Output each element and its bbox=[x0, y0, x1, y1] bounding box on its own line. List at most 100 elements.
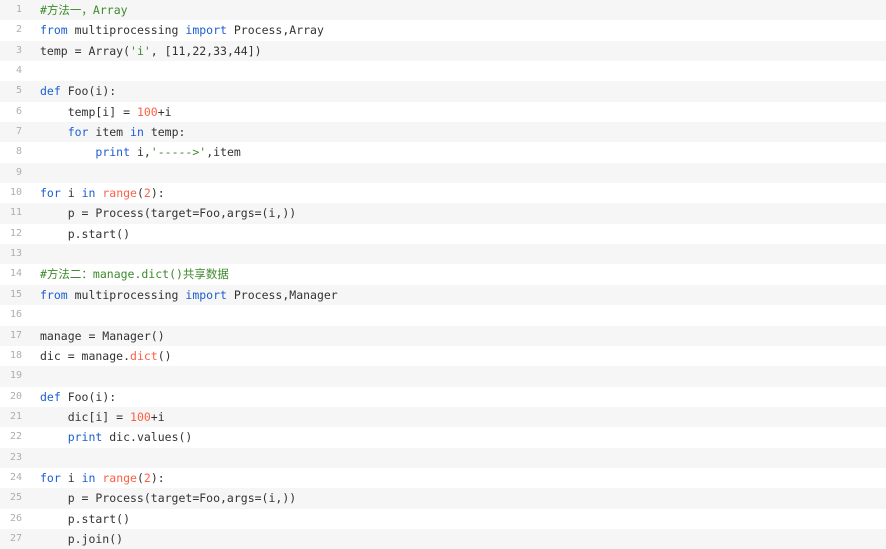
line-number: 1 bbox=[15, 4, 22, 15]
code-token: ): bbox=[150, 470, 165, 485]
code-token: dic[i] = bbox=[40, 409, 131, 424]
code-line: 15 from multiprocessing import Process,Ma… bbox=[0, 284, 886, 306]
line-number: 10 bbox=[9, 187, 22, 199]
code-text: p.start() bbox=[28, 509, 886, 529]
code-token: for bbox=[40, 186, 61, 201]
code-line: 18 dic = manage.dict() bbox=[0, 345, 886, 367]
code-token: i, bbox=[130, 145, 151, 160]
line-number: 19 bbox=[9, 370, 22, 382]
code-line: 11 p = Process(target=Foo,args=(i,)) bbox=[0, 203, 886, 224]
code-token: p = Process(target=Foo,args=(i,)) bbox=[40, 491, 297, 506]
code-token: import bbox=[185, 23, 227, 38]
code-token: ,item bbox=[206, 145, 241, 160]
code-token: , [11,22,33,44]) bbox=[150, 43, 262, 58]
code-token: range bbox=[102, 186, 137, 201]
line-number: 24 bbox=[9, 471, 22, 483]
code-text: dic[i] = 100+i bbox=[28, 407, 886, 427]
line-number: 4 bbox=[15, 65, 22, 77]
code-token: multiprocessing bbox=[67, 287, 186, 302]
code-token: 2 bbox=[143, 470, 151, 485]
code-token: def bbox=[40, 389, 61, 404]
code-token: print bbox=[67, 430, 103, 445]
code-text: for i in range(2): bbox=[28, 468, 886, 488]
code-token: ( bbox=[136, 186, 144, 201]
code-token: temp = Array( bbox=[40, 43, 131, 58]
code-token: Process,Manager bbox=[226, 287, 338, 302]
line-number: 2 bbox=[15, 24, 22, 36]
line-number: 17 bbox=[9, 329, 22, 341]
code-token: 2 bbox=[143, 186, 151, 201]
code-token: Process,Array bbox=[226, 23, 324, 38]
line-number: 16 bbox=[9, 309, 22, 321]
code-token: p.start() bbox=[40, 226, 131, 241]
code-token: range bbox=[102, 470, 137, 485]
code-token: from bbox=[40, 23, 68, 38]
code-token: in bbox=[81, 470, 96, 485]
code-token: multiprocessing bbox=[67, 23, 186, 38]
line-number: 7 bbox=[15, 126, 22, 138]
code-line: 16 bbox=[0, 305, 886, 326]
code-token: +i bbox=[157, 104, 172, 119]
line-number: 3 bbox=[15, 44, 22, 56]
code-line: 19 bbox=[0, 366, 886, 387]
code-token: item bbox=[88, 125, 131, 140]
code-line: 13 bbox=[0, 244, 886, 265]
line-number: 9 bbox=[15, 166, 22, 178]
code-token: 100 bbox=[130, 409, 151, 424]
line-number: 11 bbox=[9, 207, 22, 219]
code-token: manage = Manager() bbox=[40, 328, 165, 343]
code-text: temp[i] = 100+i bbox=[28, 102, 886, 122]
line-number: 20 bbox=[9, 390, 22, 402]
code-line: 6 temp[i] = 100+i bbox=[0, 101, 886, 123]
code-token: import bbox=[185, 287, 227, 302]
code-token: for bbox=[67, 125, 89, 140]
code-lines: 1 #方法一，Array 2 from multiprocessing import … bbox=[0, 0, 886, 549]
code-line: 17 manage = Manager() bbox=[0, 325, 886, 346]
code-editor: 1 #方法一，Array 2 from multiprocessing import … bbox=[0, 0, 886, 549]
code-text: for item in temp: bbox=[28, 122, 886, 142]
code-token: dic = manage. bbox=[40, 348, 131, 363]
code-line: 24 for i in range(2): bbox=[0, 467, 886, 489]
line-number: 26 bbox=[9, 512, 22, 524]
code-text: p = Process(target=Foo,args=(i,)) bbox=[28, 488, 886, 508]
code-token: 'i' bbox=[130, 43, 151, 58]
code-token: in bbox=[81, 186, 96, 201]
code-token: Foo(i): bbox=[60, 389, 117, 404]
code-token: temp[i] = bbox=[40, 104, 137, 119]
code-line: 4 bbox=[0, 61, 886, 82]
code-text: for i in range(2): bbox=[28, 183, 886, 203]
code-token: i bbox=[60, 470, 82, 485]
code-line: 8 print i,'----->',item bbox=[0, 142, 886, 163]
code-line: 2 from multiprocessing import Process,Arr… bbox=[0, 20, 886, 41]
code-text: print i,'----->',item bbox=[28, 142, 886, 162]
line-number: 8 bbox=[15, 146, 22, 158]
code-line: 12 p.start() bbox=[0, 223, 886, 245]
code-line: 3 temp = Array('i', [11,22,33,44]) bbox=[0, 40, 886, 62]
code-token: temp: bbox=[143, 125, 186, 140]
line-number: 15 bbox=[9, 288, 22, 300]
code-text: def Foo(i): bbox=[28, 387, 886, 407]
code-token: dic.values() bbox=[102, 430, 193, 445]
code-token: dict bbox=[130, 348, 158, 363]
code-token: #方法二：manage.dict()共享数据 bbox=[40, 267, 229, 282]
code-line: 1 #方法一，Array bbox=[0, 0, 886, 21]
code-token: #方法一，Array bbox=[40, 3, 128, 17]
line-number: 25 bbox=[9, 492, 22, 504]
code-text: manage = Manager() bbox=[28, 326, 886, 346]
code-token: '----->' bbox=[150, 145, 207, 160]
code-line: 20 def Foo(i): bbox=[0, 386, 886, 407]
code-line: 9 bbox=[0, 162, 886, 184]
code-text: print dic.values() bbox=[28, 427, 886, 447]
code-token: Foo(i): bbox=[60, 84, 117, 99]
code-line: 7 for item in temp: bbox=[0, 122, 886, 143]
code-token: i bbox=[60, 186, 82, 201]
code-text: temp = Array('i', [11,22,33,44]) bbox=[28, 41, 886, 61]
code-line: 23 bbox=[0, 447, 886, 468]
code-token: p.start() bbox=[40, 511, 131, 526]
